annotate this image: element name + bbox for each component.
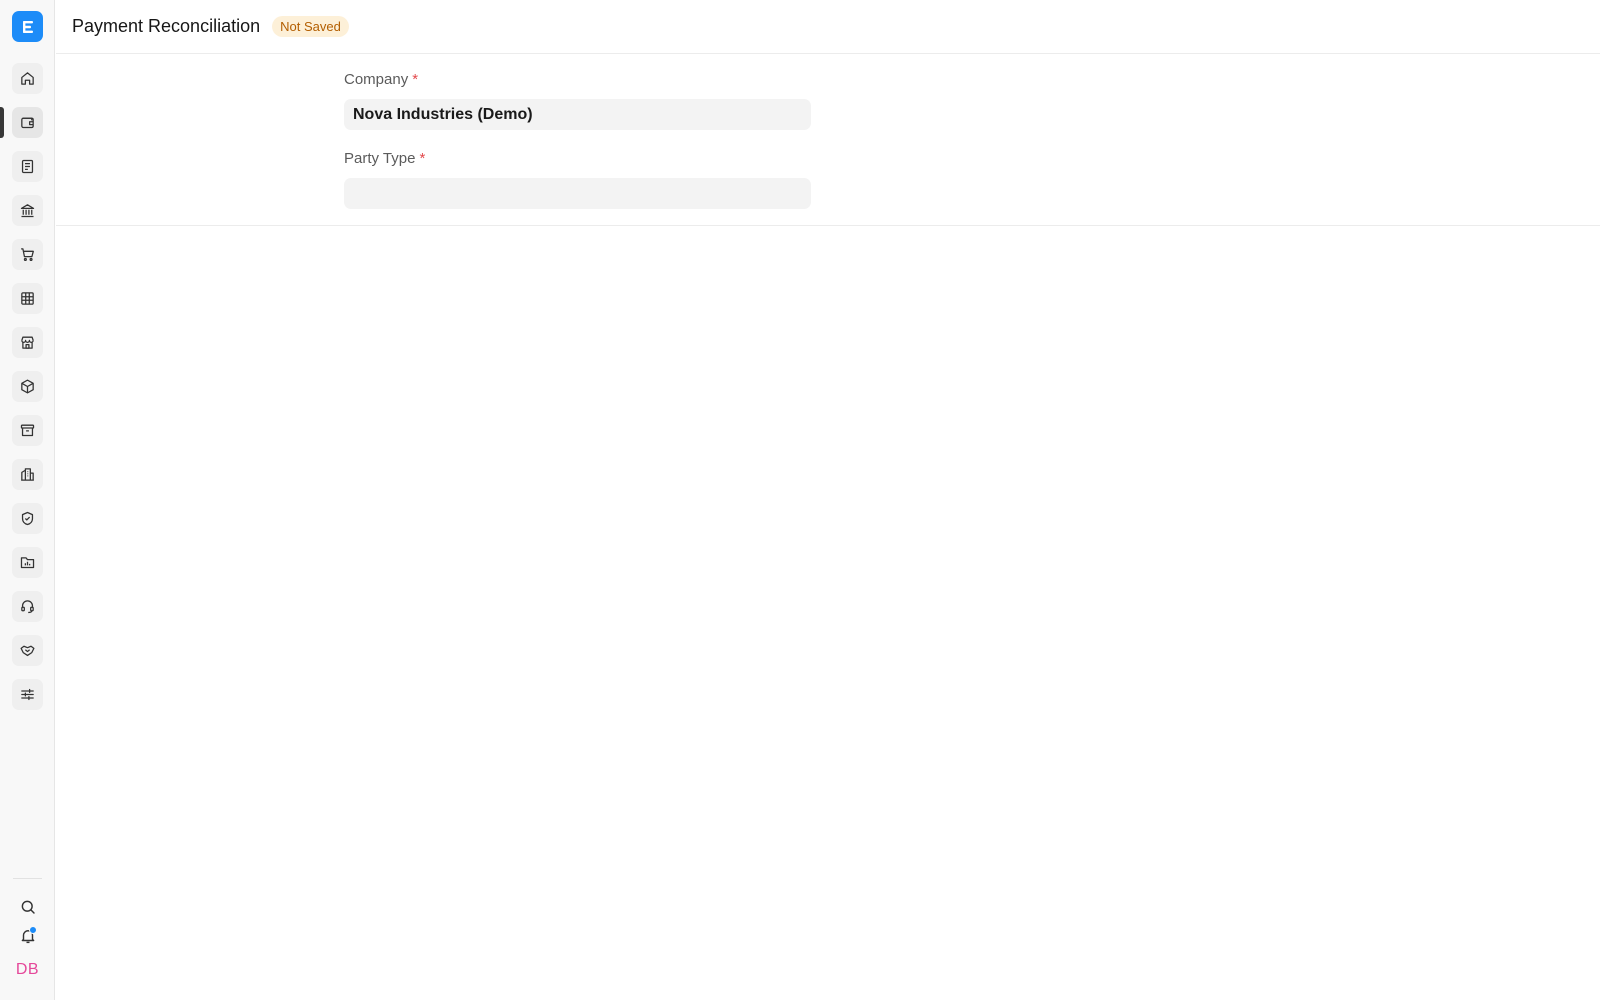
sidebar-item-banking[interactable]	[12, 195, 43, 226]
sidebar-item-crm[interactable]	[12, 635, 43, 666]
active-indicator	[0, 107, 4, 138]
sidebar-item-assets[interactable]	[12, 415, 43, 446]
cart-icon	[21, 248, 34, 262]
sidebar-item-buying[interactable]	[12, 239, 43, 270]
party-type-label-text: Party Type	[344, 150, 416, 167]
erpnext-logo-icon	[22, 20, 33, 33]
sidebar-item-invoicing[interactable]	[12, 151, 43, 182]
party-type-input[interactable]	[344, 178, 811, 209]
sidebar: DB	[0, 0, 55, 1000]
sidebar-divider	[13, 878, 42, 879]
wallet-icon	[21, 117, 34, 129]
required-mark: *	[412, 71, 419, 88]
sidebar-item-settings[interactable]	[12, 679, 43, 710]
sidebar-item-reports[interactable]	[12, 283, 43, 314]
shield-check-icon	[21, 511, 34, 526]
sidebar-item-accounting[interactable]	[12, 107, 43, 138]
sidebar-item-support[interactable]	[12, 591, 43, 622]
building-icon	[21, 468, 34, 481]
table-icon	[21, 292, 34, 305]
search-button[interactable]	[17, 896, 38, 917]
notifications-button[interactable]	[17, 925, 38, 946]
store-icon	[21, 336, 34, 349]
sidebar-item-stock[interactable]	[12, 371, 43, 402]
company-label: Company *	[344, 70, 811, 90]
page-header: Payment Reconciliation Not Saved	[56, 0, 1600, 54]
archive-icon	[20, 424, 35, 437]
company-input[interactable]: Nova Industries (Demo)	[344, 99, 811, 130]
status-badge: Not Saved	[272, 16, 349, 37]
page-title: Payment Reconciliation	[72, 16, 261, 36]
sidebar-item-quality[interactable]	[12, 503, 43, 534]
invoice-icon	[21, 159, 34, 174]
search-icon	[21, 900, 35, 914]
app-logo[interactable]	[12, 11, 43, 42]
sidebar-item-selling[interactable]	[12, 327, 43, 358]
party-type-label: Party Type *	[344, 149, 811, 169]
package-icon	[21, 379, 34, 394]
handshake-icon	[20, 645, 35, 657]
user-avatar[interactable]: DB	[13, 958, 42, 982]
sidebar-item-manufacturing[interactable]	[12, 459, 43, 490]
required-mark: *	[419, 150, 426, 167]
folder-chart-icon	[20, 557, 35, 569]
sliders-icon	[21, 688, 34, 701]
sidebar-item-home[interactable]	[12, 63, 43, 94]
bank-icon	[20, 204, 35, 218]
party-type-field: Party Type *	[344, 149, 811, 209]
form-section: Company * Nova Industries (Demo) Party Ty…	[56, 54, 1600, 226]
headset-icon	[21, 600, 34, 614]
company-label-text: Company	[344, 71, 409, 88]
home-icon	[21, 72, 34, 85]
company-field: Company * Nova Industries (Demo)	[344, 70, 811, 130]
sidebar-item-projects[interactable]	[12, 547, 43, 578]
notification-dot	[29, 926, 37, 934]
